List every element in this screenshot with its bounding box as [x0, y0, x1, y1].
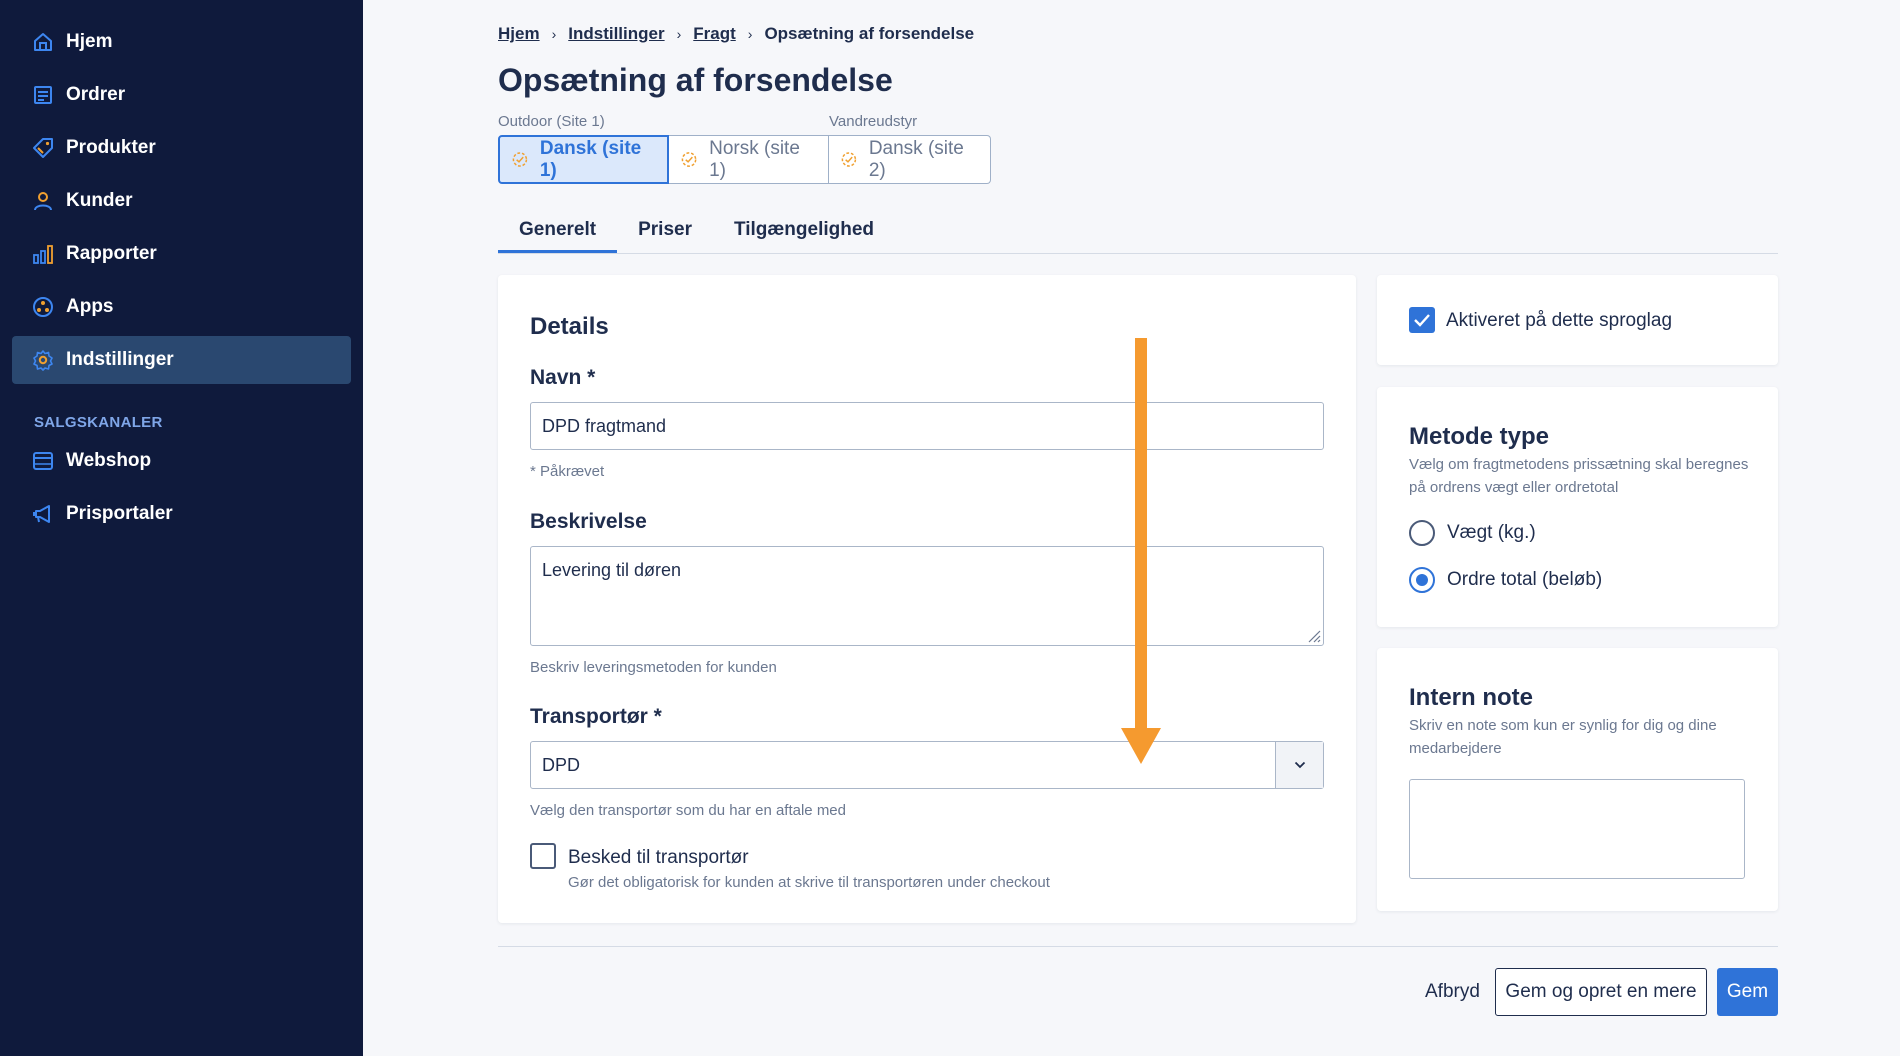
details-card: Details Navn * DPD fragtmand * Påkrævet …	[498, 275, 1356, 923]
sidebar-item-label: Apps	[66, 296, 114, 317]
name-input[interactable]: DPD fragtmand	[530, 402, 1324, 450]
radio-button[interactable]	[1409, 567, 1435, 593]
carrier-help: Vælg den transportør som du har en aftal…	[530, 802, 846, 819]
carrier-message-help: Gør det obligatorisk for kunden at skriv…	[568, 874, 1050, 891]
orders-icon	[32, 84, 54, 106]
sidebar-item-label: Ordrer	[66, 84, 126, 105]
tab-priser[interactable]: Priser	[617, 212, 713, 253]
carrier-label: Transportør *	[530, 705, 662, 728]
chevron-down-icon	[1294, 761, 1305, 769]
sidebar-item-label: Hjem	[66, 31, 113, 52]
site-tab-dansk-site-1[interactable]: Dansk (site 1)	[498, 135, 669, 184]
footer-divider	[498, 946, 1778, 947]
breadcrumb: Hjem › Indstillinger › Fragt › Opsætning…	[498, 24, 974, 44]
sidebar-item-ordrer[interactable]: Ordrer	[12, 71, 351, 119]
pending-status-icon	[681, 152, 697, 167]
sidebar-item-prisportaler[interactable]: Prisportaler	[12, 490, 351, 538]
chevron-right-icon: ›	[551, 26, 557, 42]
site-tab-label: Dansk (site 1)	[539, 137, 642, 181]
carrier-message-checkbox[interactable]	[530, 843, 556, 869]
cancel-button[interactable]: Afbryd	[1415, 968, 1490, 1016]
page-title: Opsætning af forsendelse	[498, 62, 893, 98]
breadcrumb-link-indstillinger[interactable]: Indstillinger	[568, 24, 664, 44]
sidebar-item-apps[interactable]: Apps	[12, 283, 351, 331]
breadcrumb-link-hjem[interactable]: Hjem	[498, 24, 540, 44]
breadcrumb-link-fragt[interactable]: Fragt	[693, 24, 736, 44]
details-title: Details	[530, 313, 609, 340]
sidebar-item-produkter[interactable]: Produkter	[12, 124, 351, 172]
browser-icon	[32, 450, 54, 472]
pending-status-icon	[841, 152, 857, 167]
sidebar-item-label: Produkter	[66, 137, 156, 158]
sidebar-section-title: SALGSKANALER	[34, 414, 163, 431]
radio-order-total[interactable]: Ordre total (beløb)	[1409, 567, 1602, 593]
internal-note-description: Skriv en note som kun er synlig for dig …	[1409, 717, 1717, 757]
site-group-label: Vandreudstyr	[829, 113, 918, 130]
carrier-select[interactable]: DPD	[530, 741, 1324, 789]
save-and-new-button[interactable]: Gem og opret en mere	[1495, 968, 1707, 1016]
annotation-arrow-icon	[1121, 338, 1161, 764]
sidebar-item-indstillinger[interactable]: Indstillinger	[12, 336, 351, 384]
site-tab-label: Norsk (site 1)	[709, 137, 800, 181]
radio-label: Vægt (kg.)	[1447, 522, 1536, 543]
sidebar-item-label: Webshop	[66, 450, 152, 471]
sidebar-item-kunder[interactable]: Kunder	[12, 177, 351, 225]
home-icon	[32, 31, 54, 53]
method-type-card: Metode type Vælg om fragtmetodens prissæ…	[1377, 387, 1778, 627]
sidebar-item-hjem[interactable]: Hjem	[12, 18, 351, 66]
user-icon	[32, 190, 54, 212]
bar-chart-icon	[32, 243, 54, 265]
tag-icon	[32, 137, 54, 159]
activation-card: Aktiveret på dette sproglag	[1377, 275, 1778, 365]
save-button[interactable]: Gem	[1717, 968, 1778, 1016]
method-type-description: Vælg om fragtmetodens prissætning skal b…	[1409, 456, 1749, 496]
main-tabs: Generelt Priser Tilgængelighed	[498, 212, 1778, 254]
megaphone-icon	[32, 503, 54, 525]
carrier-select-value: DPD	[542, 755, 581, 775]
sidebar-item-rapporter[interactable]: Rapporter	[12, 230, 351, 278]
sidebar-item-label: Prisportaler	[66, 503, 173, 524]
required-note: * Påkrævet	[530, 463, 605, 480]
site-tab-label: Dansk (site 2)	[868, 137, 964, 181]
sidebar-item-label: Kunder	[66, 190, 133, 211]
site-group-label: Outdoor (Site 1)	[498, 113, 605, 130]
method-type-title: Metode type	[1409, 423, 1550, 450]
description-label: Beskrivelse	[530, 510, 647, 533]
tab-generelt[interactable]: Generelt	[498, 212, 618, 253]
description-value: Levering til døren	[542, 560, 682, 580]
chevron-right-icon: ›	[747, 26, 753, 42]
breadcrumb-current: Opsætning af forsendelse	[764, 24, 975, 43]
internal-note-card: Intern note Skriv en note som kun er syn…	[1377, 648, 1778, 911]
internal-note-textarea[interactable]	[1409, 779, 1745, 879]
resize-handle-icon[interactable]	[1307, 629, 1321, 643]
sidebar-item-webshop[interactable]: Webshop	[12, 437, 351, 485]
site-tab-norsk-site-1[interactable]: Norsk (site 1)	[669, 135, 829, 184]
activation-label: Aktiveret på dette sproglag	[1446, 310, 1673, 331]
pending-status-icon	[512, 152, 528, 167]
main-content: Hjem › Indstillinger › Fragt › Opsætning…	[363, 0, 1900, 1056]
site-tabs: Dansk (site 1) Norsk (site 1) Dansk (sit…	[498, 135, 991, 184]
sidebar-item-label: Indstillinger	[66, 349, 174, 370]
carrier-message-label: Besked til transportør	[568, 847, 749, 868]
radio-button[interactable]	[1409, 520, 1435, 546]
site-tab-dansk-site-2[interactable]: Dansk (site 2)	[829, 135, 991, 184]
carrier-dropdown-button[interactable]	[1275, 742, 1323, 788]
apps-icon	[32, 296, 54, 318]
activation-checkbox[interactable]	[1409, 307, 1435, 333]
sidebar: Hjem Ordrer Produkter Kunder Rapporter A…	[0, 0, 363, 1056]
internal-note-title: Intern note	[1409, 684, 1533, 711]
chevron-right-icon: ›	[676, 26, 682, 42]
radio-weight[interactable]: Vægt (kg.)	[1409, 520, 1536, 546]
tab-tilgaengelighed[interactable]: Tilgængelighed	[713, 212, 895, 253]
description-textarea[interactable]: Levering til døren	[530, 546, 1324, 646]
description-help: Beskriv leveringsmetoden for kunden	[530, 659, 777, 676]
radio-label: Ordre total (beløb)	[1447, 569, 1603, 590]
checkmark-icon	[1414, 314, 1430, 327]
sidebar-item-label: Rapporter	[66, 243, 157, 264]
name-label: Navn *	[530, 366, 596, 389]
gear-icon	[32, 349, 54, 371]
